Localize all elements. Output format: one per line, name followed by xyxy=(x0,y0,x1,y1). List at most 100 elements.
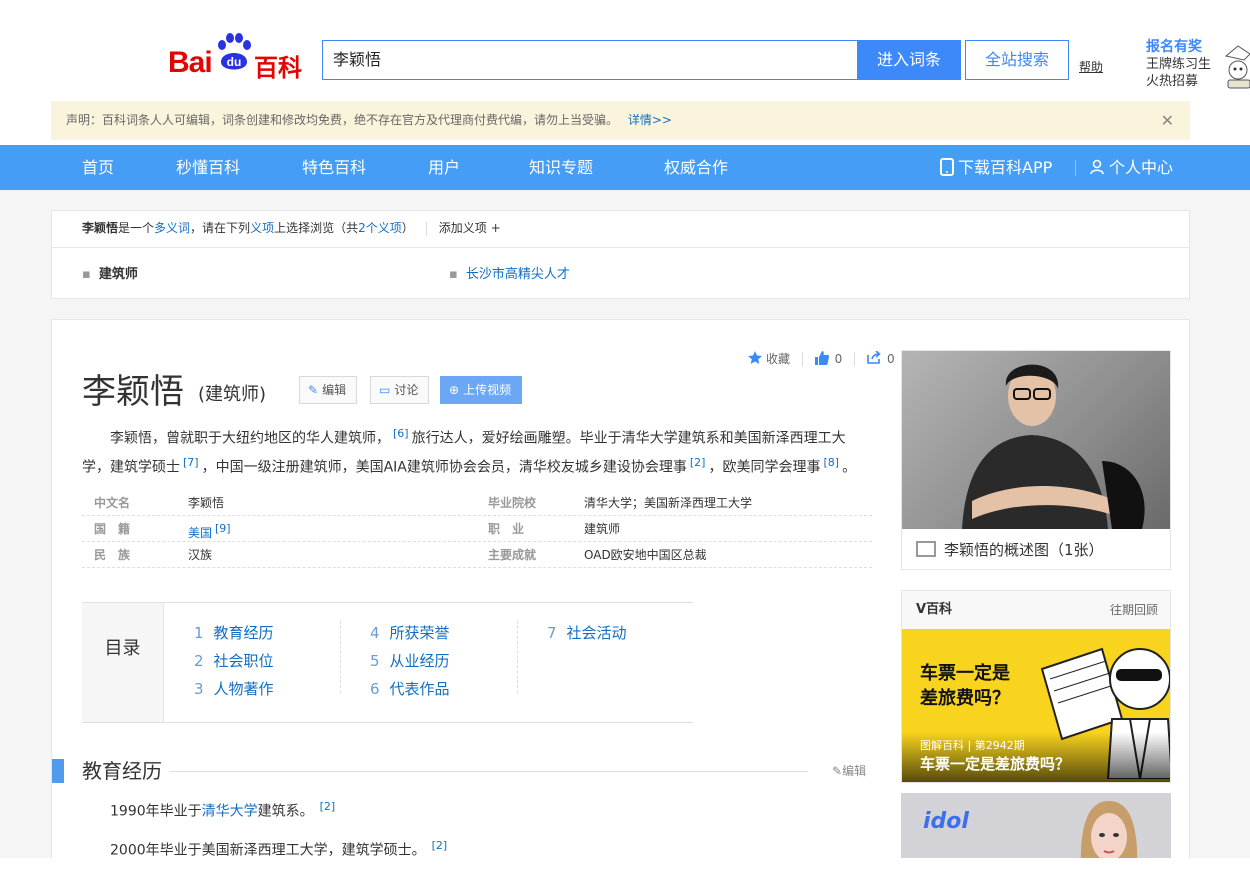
reference-link[interactable]: [2] xyxy=(690,456,706,469)
nav-item-topics[interactable]: 知识专题 xyxy=(529,145,593,190)
info-value: OAD欧安地中国区总裁 xyxy=(584,548,707,562)
star-icon xyxy=(748,351,762,364)
close-icon[interactable]: ✕ xyxy=(1161,101,1174,140)
sense-option-architect[interactable]: ▪ 建筑师 xyxy=(82,263,138,282)
share-button[interactable]: 0 xyxy=(867,350,895,366)
toc-text: 代表作品 xyxy=(389,680,450,698)
nationality-link[interactable]: 美国 xyxy=(188,526,212,540)
paragraph-text: 2000年毕业于美国新泽西理工大学，建筑学硕士。 xyxy=(110,842,426,859)
polysemant-text-4: ） xyxy=(401,221,414,235)
header: Bai du 百科 李颖悟 进入词条 全站搜索 帮助 报名有奖 王牌练习生 火热… xyxy=(0,0,1250,145)
notice-text: 声明：百科词条人人可编辑，词条创建和修改均免费，绝不存在官方及代理商付费代编，请… xyxy=(66,113,619,127)
nav-item-home[interactable]: 首页 xyxy=(82,145,114,190)
enter-entry-button[interactable]: 进入词条 xyxy=(857,40,961,80)
person-silhouette-icon xyxy=(962,364,1145,529)
toc-text: 从业经历 xyxy=(389,652,450,670)
discuss-label: 讨论 xyxy=(394,383,419,397)
add-sense-link[interactable]: 添加义项 xyxy=(439,221,487,235)
tsinghua-link[interactable]: 清华大学 xyxy=(202,804,258,820)
idol-logo: idol xyxy=(923,809,969,834)
nav-item-cooperation[interactable]: 权威合作 xyxy=(664,145,728,190)
baidu-baike-logo[interactable]: Bai du 百科 xyxy=(168,32,304,82)
polysemant-link[interactable]: 多义词 xyxy=(154,221,190,235)
nav-item-user[interactable]: 用户 xyxy=(428,145,460,190)
footer-strip xyxy=(0,858,1250,871)
person-photo[interactable] xyxy=(902,351,1170,529)
info-row: 民 族 汉族 主要成就 OAD欧安地中国区总裁 xyxy=(82,542,872,568)
bullet-icon: ▪ xyxy=(82,267,91,282)
toc-number: 5 xyxy=(370,652,380,670)
reference-link[interactable]: [6] xyxy=(393,427,409,440)
plus-circle-icon: ⊕ xyxy=(449,383,460,397)
section-title: 教育经历 xyxy=(82,758,170,784)
sense-option-changsha-talent[interactable]: ▪ 长沙市高精尖人才 xyxy=(449,263,570,282)
nav-item-miaodong[interactable]: 秒懂百科 xyxy=(176,145,240,190)
summary-text: ，欧美同学会理事 xyxy=(708,459,821,476)
paragraph-text: 建筑系。 xyxy=(257,803,314,820)
polysemant-text-2: ，请在下列 xyxy=(190,221,251,235)
toc-item[interactable]: 5 从业经历 xyxy=(370,650,450,671)
info-name: 国 籍 xyxy=(94,522,131,536)
toc-item[interactable]: 2 社会职位 xyxy=(194,650,274,671)
reference-link[interactable]: [2] xyxy=(432,839,448,852)
notice-details-link[interactable]: 详情>> xyxy=(628,113,672,127)
polysemant-term: 李颖悟 xyxy=(82,221,119,235)
info-row: 中文名 李颖悟 毕业院校 清华大学；美国新泽西理工大学 xyxy=(82,490,872,516)
album-caption-text: 李颖悟的概述图（1张） xyxy=(944,541,1104,559)
info-value: 建筑师 xyxy=(584,522,621,536)
divider xyxy=(340,621,341,693)
discuss-button[interactable]: ▭ 讨论 xyxy=(370,376,430,404)
summary-text: 李颖悟，曾就职于大纽约地区的华人建筑师， xyxy=(110,430,390,447)
plus-icon[interactable]: + xyxy=(491,221,501,235)
poster-caption: 车票一定是差旅费吗？ xyxy=(920,755,1071,773)
pencil-icon: ✎ xyxy=(832,764,843,778)
bullet-icon: ▪ xyxy=(449,267,458,282)
info-name: 毕业院校 xyxy=(488,496,537,510)
toc-text: 社会活动 xyxy=(566,624,627,642)
reference-link[interactable]: [8] xyxy=(823,456,839,469)
share-count: 0 xyxy=(886,352,895,366)
logo-bai-text: Bai xyxy=(168,46,213,79)
summary-album[interactable]: 李颖悟的概述图（1张） xyxy=(901,350,1171,570)
logo-du-text: du xyxy=(227,55,242,69)
album-caption[interactable]: 李颖悟的概述图（1张） xyxy=(916,539,1104,560)
toc-item[interactable]: 6 代表作品 xyxy=(370,678,450,699)
polysemant-box: 李颖悟是一个多义词，请在下列义项上选择浏览（共2个义项） 添加义项 + ▪ 建筑师 … xyxy=(51,210,1190,299)
nav-item-featured[interactable]: 特色百科 xyxy=(302,145,366,190)
lemma-summary: 李颖悟，曾就职于大纽约地区的华人建筑师， [6] 旅行达人，爱好绘画雕塑。毕业于清华… xyxy=(82,422,872,479)
poster-line: 车票一定是 xyxy=(920,663,1010,684)
vbaike-panel: V百科 往期回顾 车票一定是 差旅费吗？ 图解百科 | 第2942期 车票一定是差… xyxy=(901,590,1171,783)
section-edit-button[interactable]: ✎编辑 xyxy=(832,762,866,779)
reference-link[interactable]: [2] xyxy=(320,800,336,813)
toc-item[interactable]: 3 人物著作 xyxy=(194,678,274,699)
search-input[interactable]: 李颖悟 xyxy=(322,40,858,80)
info-name: 主要成就 xyxy=(488,548,537,562)
toc-item[interactable]: 7 社会活动 xyxy=(547,622,627,643)
chat-icon: ▭ xyxy=(379,383,391,397)
reference-link[interactable]: [9] xyxy=(215,522,231,535)
download-app-link[interactable]: 下载百科APP xyxy=(940,145,1052,190)
toc-number: 7 xyxy=(547,624,557,642)
promo-banner[interactable]: 报名有奖 王牌练习生 火热招募 xyxy=(1146,36,1250,96)
vbaike-video-poster[interactable]: 车票一定是 差旅费吗？ 图解百科 | 第2942期 车票一定是差旅费吗？ xyxy=(902,629,1170,782)
full-site-search-button[interactable]: 全站搜索 xyxy=(965,40,1069,80)
edit-button[interactable]: ✎ 编辑 xyxy=(299,376,358,404)
upload-video-button[interactable]: ⊕ 上传视频 xyxy=(440,376,523,404)
help-link[interactable]: 帮助 xyxy=(1079,58,1103,75)
toc-item[interactable]: 4 所获荣誉 xyxy=(370,622,450,643)
album-icon xyxy=(916,541,936,557)
user-center-link[interactable]: 个人中心 xyxy=(1090,145,1173,190)
page-subtitle: (建筑师) xyxy=(198,384,267,405)
sense-link[interactable]: 义项 xyxy=(250,221,274,235)
favorite-label: 收藏 xyxy=(766,352,791,366)
polysemant-text-3: 上选择浏览（共 xyxy=(274,221,359,235)
nav-divider xyxy=(1075,160,1076,176)
vbaike-history-link[interactable]: 往期回顾 xyxy=(1110,591,1158,629)
info-name: 中文名 xyxy=(94,496,131,510)
like-button[interactable]: 0 xyxy=(814,351,842,366)
vbaike-header: V百科 往期回顾 xyxy=(902,591,1170,629)
favorite-button[interactable]: 收藏 xyxy=(748,350,790,367)
toc-item[interactable]: 1 教育经历 xyxy=(194,622,274,643)
pencil-icon: ✎ xyxy=(308,383,319,397)
reference-link[interactable]: [7] xyxy=(183,456,199,469)
